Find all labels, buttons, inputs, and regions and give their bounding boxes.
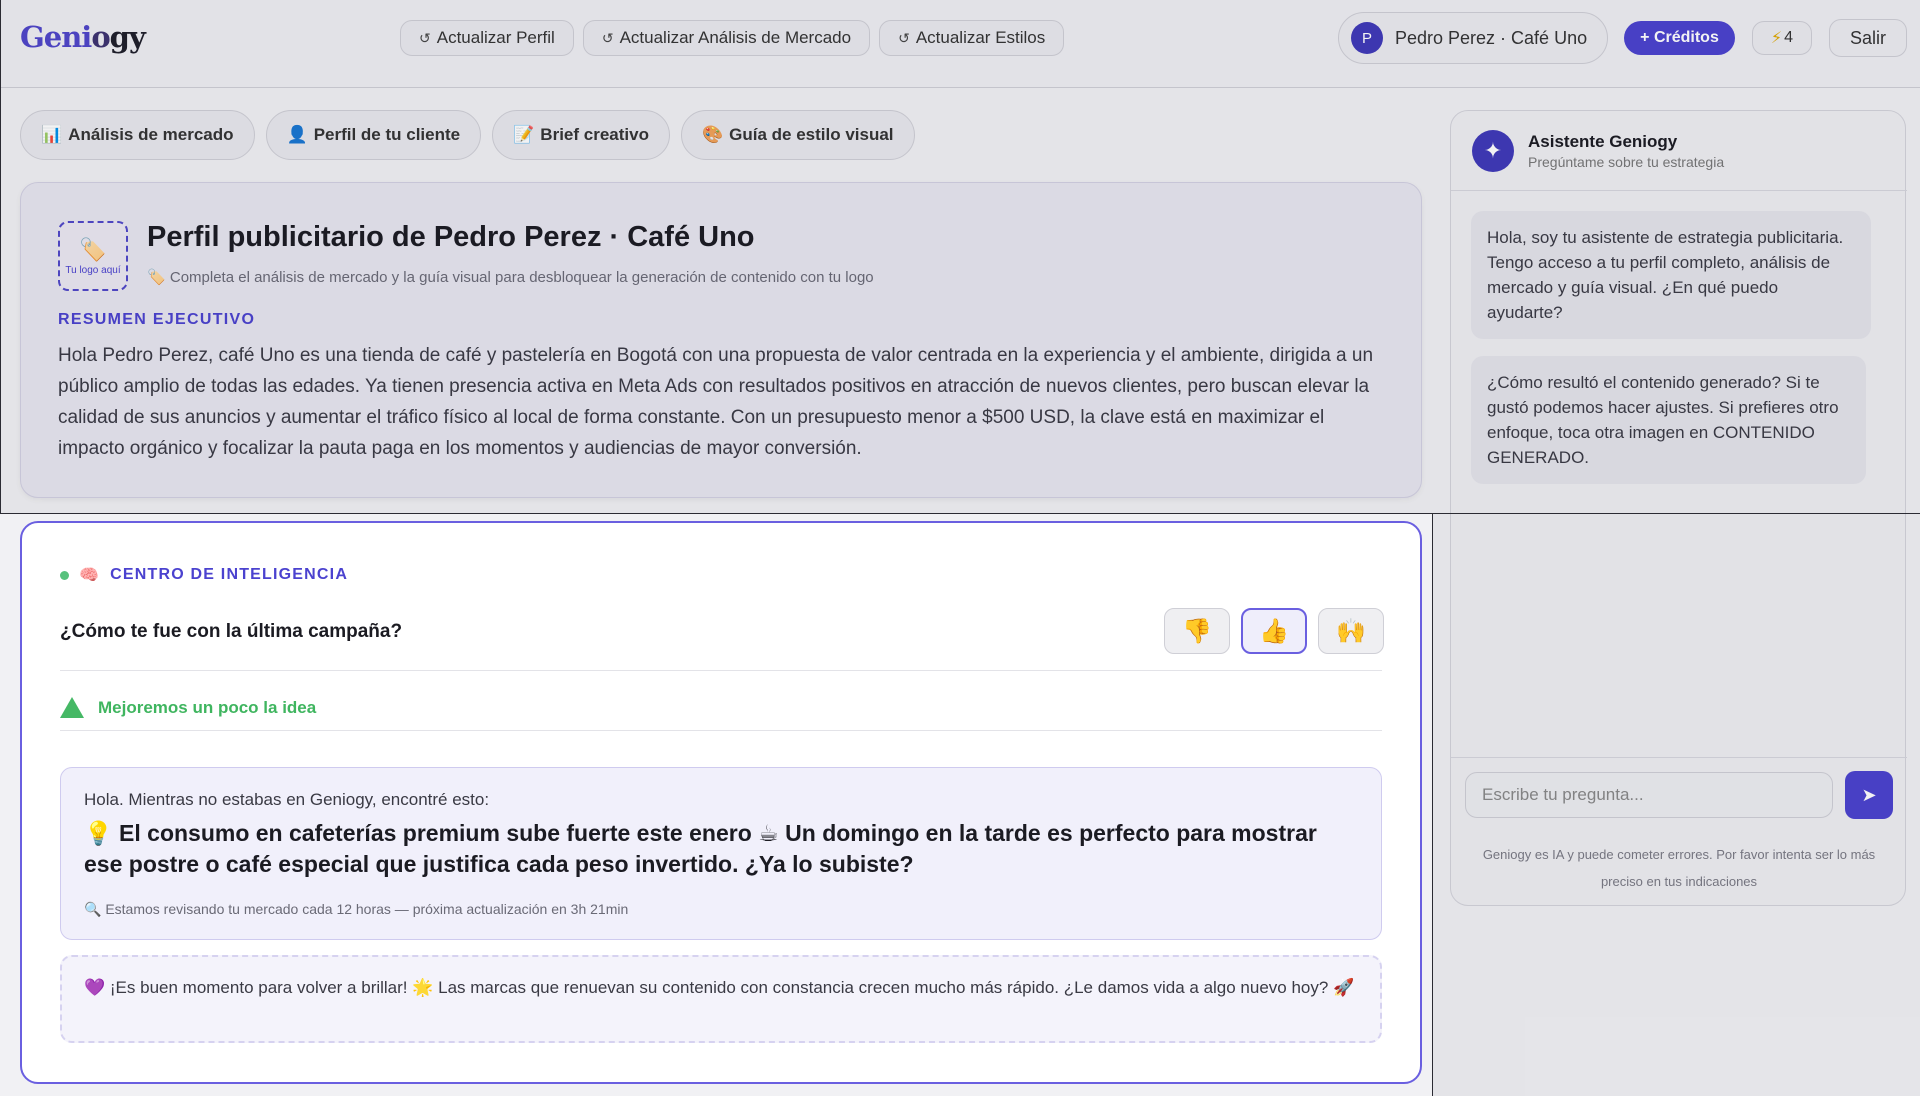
update-market-analysis-button[interactable]: ↺ Actualizar Análisis de Mercado — [582, 20, 871, 56]
palette-icon: 🎨 — [701, 125, 724, 144]
lightning-icon: ⚡ — [1770, 30, 1783, 47]
geniogy-logo[interactable]: Geniogy — [20, 20, 146, 54]
chart-icon: 📊 — [41, 125, 63, 144]
intelligence-center-card: 🧠 CENTRO DE INTELIGENCIA ¿Cómo te fue co… — [20, 521, 1422, 1084]
logo-text-part3: gy — [109, 20, 146, 54]
insight-intro: Hola. Mientras no estabas en Geniogy, en… — [84, 790, 490, 809]
ai-disclaimer: Geniogy es IA y puede cometer errores. P… — [1482, 847, 1876, 889]
logo-text-part1: Geni — [20, 20, 92, 54]
logo-text-part2: o — [91, 20, 110, 54]
header-actions: ↺ Actualizar Perfil ↺ Actualizar Análisi… — [400, 20, 1065, 56]
raised-hands-button[interactable]: 🙌 — [1318, 608, 1384, 654]
intelligence-center-header: 🧠 CENTRO DE INTELIGENCIA — [60, 565, 348, 585]
thumbs-up-button[interactable]: 👍 — [1241, 608, 1307, 654]
insight-headline: 💡 El consumo en cafeterías premium sube … — [84, 820, 1317, 877]
update-styles-button[interactable]: ↺ Actualizar Estilos — [879, 20, 1065, 56]
logo-slot-caption: Tu logo aquí — [65, 264, 121, 276]
tab-label: Análisis de mercado — [68, 125, 234, 144]
triangle-up-icon — [60, 697, 84, 718]
campaign-feedback-question: ¿Cómo te fue con la última campaña? — [60, 621, 403, 642]
avatar: P — [1351, 22, 1383, 54]
update-profile-button[interactable]: ↺ Actualizar Perfil — [400, 20, 574, 56]
tab-label: Brief creativo — [540, 125, 649, 144]
send-button[interactable]: ➤ — [1845, 771, 1893, 819]
assistant-message: ¿Cómo resultó el contenido generado? Si … — [1471, 356, 1866, 484]
assistant-name: Asistente Geniogy — [1528, 131, 1678, 151]
label-tag-icon: 🏷️ — [79, 236, 107, 262]
thumbs-down-button[interactable]: 👎 — [1164, 608, 1230, 654]
campaign-rating-buttons: 👎 👍 🙌 — [1164, 608, 1384, 654]
assistant-title-group: Asistente Geniogy Pregúntame sobre tu es… — [1528, 132, 1724, 170]
spotlight-edge — [1432, 513, 1433, 1096]
update-profile-label: Actualizar Perfil — [436, 28, 555, 47]
feedback-status-label: Mejoremos un poco la idea — [98, 697, 317, 717]
assistant-message: Hola, soy tu asistente de estrategia pub… — [1471, 211, 1871, 339]
assistant-subtitle: Pregúntame sobre tu estrategia — [1528, 153, 1725, 170]
user-account-pill[interactable]: P Pedro Perez · Café Uno — [1338, 12, 1608, 64]
executive-summary-label: RESUMEN EJECUTIVO — [58, 311, 256, 328]
assistant-question-input[interactable]: Escribe tu pregunta... — [1465, 772, 1833, 818]
feedback-status: Mejoremos un poco la idea — [60, 697, 316, 718]
logo-upload-slot[interactable]: 🏷️ Tu logo aquí — [58, 221, 128, 291]
tab-market-analysis[interactable]: 📊 Análisis de mercado — [20, 110, 255, 160]
label-tag-icon: 🏷️ — [147, 269, 166, 286]
tab-customer-profile[interactable]: 👤 Perfil de tu cliente — [265, 110, 482, 160]
sparkle-icon: ✦ — [1472, 129, 1514, 172]
profile-title: Perfil publicitario de Pedro Perez · Caf… — [147, 221, 755, 253]
person-icon: 👤 — [286, 125, 308, 144]
live-status-dot — [60, 570, 69, 580]
update-market-analysis-label: Actualizar Análisis de Mercado — [619, 28, 852, 47]
ad-profile-card: 🏷️ Tu logo aquí Perfil publicitario de P… — [20, 182, 1422, 498]
tab-label: Guía de estilo visual — [729, 125, 894, 144]
thumbs-up-icon: 👍 — [1259, 617, 1289, 645]
intelligence-center-title: CENTRO DE INTELIGENCIA — [110, 566, 349, 583]
raised-hands-icon: 🙌 — [1336, 617, 1366, 645]
thumbs-down-icon: 👎 — [1182, 617, 1212, 645]
insight-update-note: 🔍 Estamos revisando tu mercado cada 12 h… — [84, 901, 629, 917]
refresh-icon: ↺ — [419, 29, 431, 46]
send-arrow-icon: ➤ — [1861, 784, 1877, 805]
motivation-message: 💜 ¡Es buen momento para volver a brillar… — [60, 955, 1382, 1043]
user-name: Pedro Perez · Café Uno — [1395, 27, 1588, 48]
market-insight-box: Hola. Mientras no estabas en Geniogy, en… — [60, 767, 1382, 940]
tab-creative-brief[interactable]: 📝 Brief creativo — [492, 110, 670, 160]
logout-button[interactable]: Salir — [1829, 19, 1907, 57]
divider — [60, 670, 1382, 671]
divider — [1451, 757, 1907, 758]
profile-subtitle: 🏷️ Completa el análisis de mercado y la … — [147, 268, 874, 286]
tab-visual-style-guide[interactable]: 🎨 Guía de estilo visual — [680, 110, 915, 160]
refresh-icon: ↺ — [898, 29, 910, 46]
section-tabs: 📊 Análisis de mercado 👤 Perfil de tu cli… — [20, 110, 915, 160]
executive-summary-text: Hola Pedro Perez, café Uno es una tienda… — [58, 345, 1374, 459]
brain-icon: 🧠 — [79, 567, 101, 584]
energy-count: 4 — [1784, 29, 1794, 46]
update-styles-label: Actualizar Estilos — [915, 28, 1046, 47]
energy-badge[interactable]: ⚡ 4 — [1752, 21, 1812, 55]
memo-icon: 📝 — [513, 125, 535, 144]
assistant-header: ✦ Asistente Geniogy Pregúntame sobre tu … — [1451, 111, 1907, 191]
add-credits-button[interactable]: + Créditos — [1624, 21, 1735, 55]
profile-subtitle-text: Completa el análisis de mercado y la guí… — [169, 269, 874, 286]
top-header: Geniogy ↺ Actualizar Perfil ↺ Actualizar… — [0, 0, 1920, 88]
divider — [60, 730, 1382, 731]
refresh-icon: ↺ — [601, 29, 614, 46]
tab-label: Perfil de tu cliente — [313, 125, 461, 144]
assistant-panel: ✦ Asistente Geniogy Pregúntame sobre tu … — [1450, 110, 1907, 906]
